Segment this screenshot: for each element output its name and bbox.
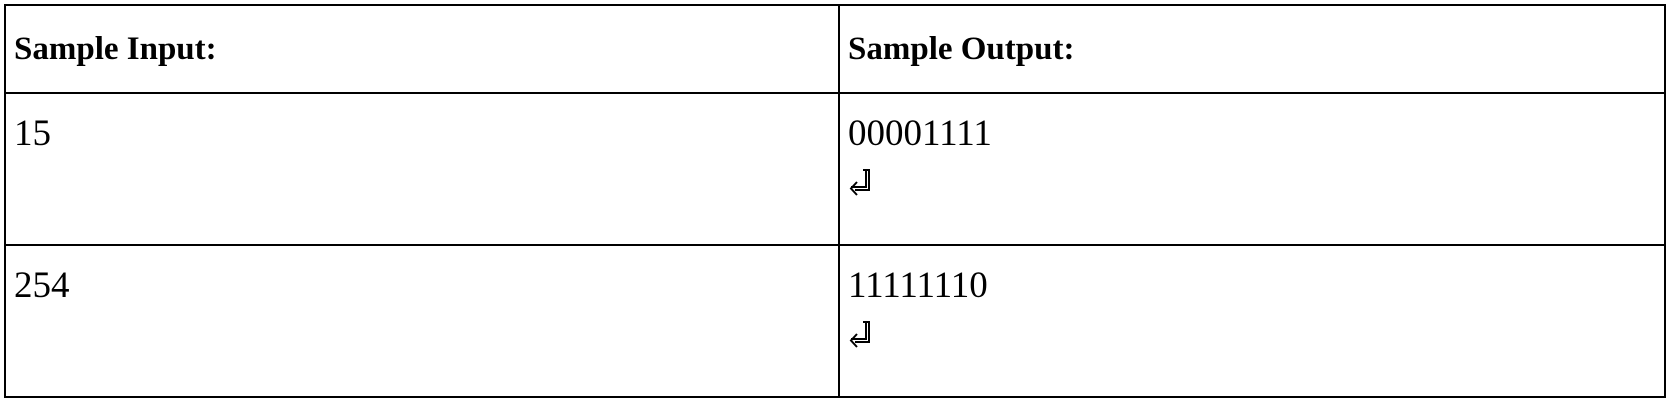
table-row: 15 00001111 — [4, 92, 1666, 246]
sample-output-header: Sample Output: — [838, 4, 1666, 94]
sample-input-value: 254 — [14, 265, 70, 306]
sample-input-value: 15 — [14, 113, 51, 154]
sample-input-header: Sample Input: — [4, 4, 840, 94]
sample-input-cell: 15 — [4, 92, 840, 246]
sample-output-cell: 00001111 — [838, 92, 1666, 246]
sample-output-cell: 11111110 — [838, 244, 1666, 398]
table-header-row: Sample Input: Sample Output: — [4, 4, 1666, 94]
return-icon — [849, 321, 870, 349]
sample-input-cell: 254 — [4, 244, 840, 398]
sample-io-table: Sample Input: Sample Output: 15 00001111… — [4, 4, 1666, 398]
return-icon — [849, 169, 870, 197]
sample-output-value: 00001111 — [848, 113, 992, 154]
table-row: 254 11111110 — [4, 244, 1666, 398]
sample-output-value: 11111110 — [848, 265, 988, 306]
